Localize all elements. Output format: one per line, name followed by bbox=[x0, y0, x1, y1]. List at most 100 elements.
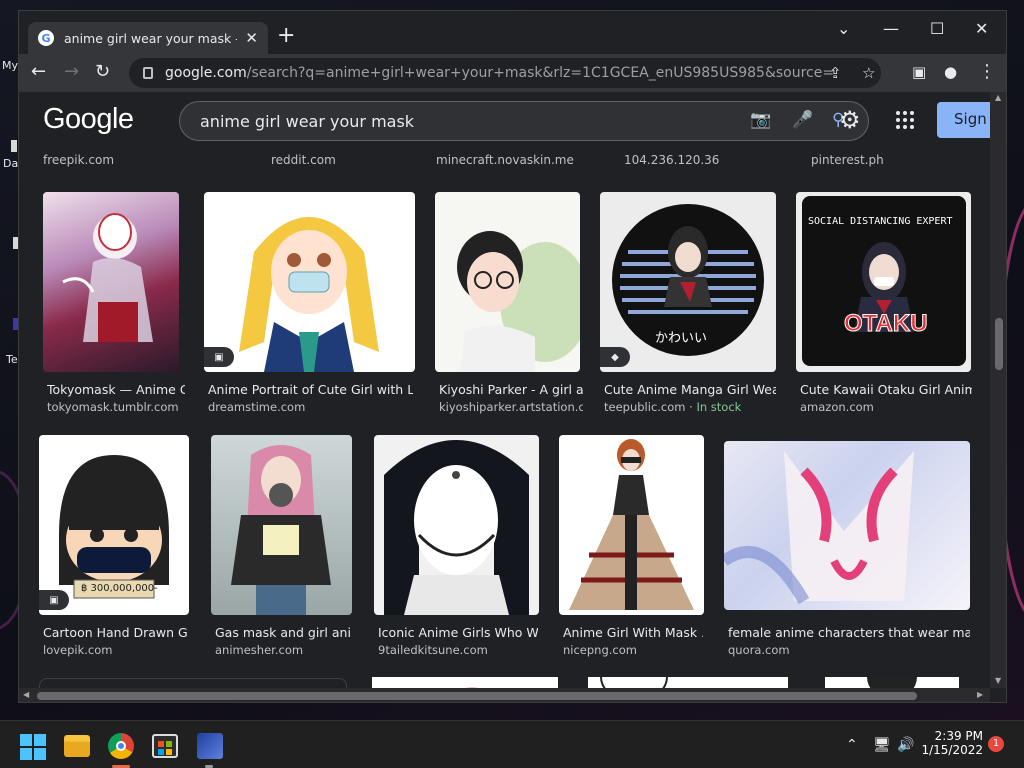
result-caption[interactable]: Kiyoshi Parker - A girl a… bbox=[439, 382, 583, 397]
result-source[interactable]: tokyomask.tumblr.com bbox=[47, 400, 185, 414]
reload-button[interactable]: ↻ bbox=[95, 62, 110, 82]
image-result[interactable]: ฿ 300,000,000- ▣ Cartoon Hand Drawn Gir…… bbox=[39, 435, 191, 660]
url-text[interactable]: google.com/search?q=anime+girl+wear+your… bbox=[165, 65, 835, 81]
close-window-button[interactable]: ✕ bbox=[975, 19, 988, 38]
result-thumbnail[interactable] bbox=[435, 192, 580, 372]
result-thumbnail[interactable]: かわいい bbox=[600, 192, 776, 372]
maximize-button[interactable]: ☐ bbox=[930, 19, 944, 38]
result-thumbnail[interactable] bbox=[43, 192, 179, 372]
scrollbar-thumb[interactable] bbox=[995, 318, 1003, 370]
notification-badge[interactable]: 1 bbox=[988, 736, 1004, 752]
desktop-icon[interactable] bbox=[11, 140, 17, 152]
result-thumbnail[interactable]: SOCIAL DISTANCING EXPERT OTAKU bbox=[796, 192, 971, 372]
image-badge-icon: ▣ bbox=[39, 590, 69, 610]
image-result[interactable]: Kiyoshi Parker - A girl a… kiyoshiparker… bbox=[435, 192, 583, 417]
microphone-icon[interactable]: 🎤 bbox=[792, 110, 813, 130]
side-panel-icon[interactable]: ▣ bbox=[912, 62, 926, 82]
result-caption[interactable]: Anime Portrait of Cute Girl with Lo… bbox=[208, 382, 413, 397]
search-input[interactable]: anime girl wear your mask 📷 🎤 ⚲ bbox=[179, 101, 869, 141]
address-bar[interactable]: google.com/search?q=anime+girl+wear+your… bbox=[129, 58, 881, 88]
browser-tab[interactable]: G anime girl wear your mask - Goo ✕ bbox=[28, 22, 268, 54]
bookmark-star-icon[interactable]: ☆ bbox=[862, 64, 875, 82]
result-thumbnail[interactable] bbox=[211, 435, 352, 615]
image-result[interactable]: かわいい ◆ Cute Anime Manga Girl Wear… teepu… bbox=[600, 192, 777, 417]
network-icon[interactable]: 🖥 bbox=[873, 737, 891, 753]
result-thumbnail[interactable] bbox=[559, 435, 704, 615]
result-source[interactable]: dreamstime.com bbox=[208, 400, 413, 414]
result-caption[interactable]: Iconic Anime Girls Who We… bbox=[378, 625, 538, 640]
result-source[interactable]: 9tailedkitsune.com bbox=[378, 643, 538, 657]
related-searches-panel[interactable] bbox=[39, 678, 347, 688]
google-apps-icon[interactable] bbox=[896, 111, 914, 129]
desktop-icon-label[interactable]: Te bbox=[6, 353, 18, 366]
image-result[interactable]: SOCIAL DISTANCING EXPERT OTAKU Cute Kawa… bbox=[796, 192, 972, 417]
result-thumbnail[interactable] bbox=[724, 441, 970, 610]
image-result[interactable] bbox=[588, 677, 788, 688]
result-thumbnail[interactable] bbox=[204, 192, 415, 372]
show-hidden-icons-chevron-icon[interactable]: ⌃ bbox=[846, 737, 858, 753]
close-tab-icon[interactable]: ✕ bbox=[245, 29, 258, 47]
result-source[interactable]: reddit.com bbox=[271, 153, 336, 167]
scroll-up-icon[interactable]: ▲ bbox=[995, 93, 1001, 102]
lock-icon[interactable] bbox=[143, 67, 153, 79]
image-result[interactable]: Iconic Anime Girls Who We… 9tailedkitsun… bbox=[374, 435, 540, 660]
file-explorer-icon[interactable] bbox=[64, 735, 90, 757]
desktop-icon-label[interactable]: My bbox=[2, 59, 18, 72]
forward-button[interactable]: → bbox=[64, 62, 79, 82]
start-menu-icon[interactable] bbox=[20, 734, 46, 760]
vertical-scrollbar[interactable]: ▲ ▼ bbox=[990, 92, 1006, 688]
minimize-button[interactable]: — bbox=[883, 19, 899, 38]
new-tab-button[interactable]: + bbox=[277, 25, 295, 47]
back-button[interactable]: ← bbox=[31, 62, 46, 82]
volume-icon[interactable]: 🔊 bbox=[897, 737, 914, 753]
search-query[interactable]: anime girl wear your mask bbox=[200, 112, 414, 131]
result-caption[interactable]: Cute Anime Manga Girl Wear… bbox=[604, 382, 776, 397]
horizontal-scrollbar[interactable]: ◀ ▶ bbox=[19, 688, 990, 702]
result-caption[interactable]: Tokyomask — Anime Gi… bbox=[47, 382, 185, 397]
result-source[interactable]: teepublic.com · In stock bbox=[604, 400, 776, 414]
result-source[interactable]: lovepik.com bbox=[43, 643, 188, 657]
clock[interactable]: 2:39 PM 1/15/2022 bbox=[921, 729, 983, 757]
result-caption[interactable]: Gas mask and girl ani… bbox=[215, 625, 350, 640]
tab-strip: G anime girl wear your mask - Goo ✕ + ⌄ … bbox=[19, 11, 1006, 54]
result-source[interactable]: freepik.com bbox=[43, 153, 114, 167]
result-caption[interactable]: female anime characters that wear mask… bbox=[728, 625, 970, 640]
result-caption[interactable]: Cartoon Hand Drawn Gir… bbox=[43, 625, 188, 640]
scroll-right-icon[interactable]: ▶ bbox=[977, 690, 983, 699]
result-thumbnail[interactable] bbox=[374, 435, 539, 615]
sign-in-button[interactable]: Sign i bbox=[937, 102, 990, 138]
result-source[interactable]: minecraft.novaskin.me bbox=[436, 153, 574, 167]
clock-time: 2:39 PM bbox=[934, 729, 983, 743]
scroll-left-icon[interactable]: ◀ bbox=[23, 690, 29, 699]
result-source[interactable]: kiyoshiparker.artstation.c… bbox=[439, 400, 583, 414]
microsoft-store-icon[interactable] bbox=[152, 734, 178, 758]
tab-search-chevron-icon[interactable]: ⌄ bbox=[837, 19, 850, 38]
image-result[interactable] bbox=[372, 677, 558, 688]
chrome-icon[interactable] bbox=[108, 733, 134, 759]
google-logo[interactable]: Google bbox=[43, 103, 134, 136]
desktop-icon-label[interactable]: Da bbox=[3, 157, 18, 170]
app-icon[interactable] bbox=[197, 733, 223, 759]
settings-gear-icon[interactable]: ⚙ bbox=[839, 106, 861, 134]
result-source[interactable]: animesher.com bbox=[215, 643, 350, 657]
result-caption[interactable]: Anime Girl With Mask … bbox=[563, 625, 703, 640]
camera-icon[interactable]: 📷 bbox=[750, 110, 771, 130]
result-thumbnail[interactable]: ฿ 300,000,000- bbox=[39, 435, 189, 615]
result-caption[interactable]: Cute Kawaii Otaku Girl Anim… bbox=[800, 382, 972, 397]
scrollbar-thumb[interactable] bbox=[37, 692, 917, 700]
result-source[interactable]: quora.com bbox=[728, 643, 970, 657]
result-source[interactable]: 104.236.120.36 bbox=[624, 153, 719, 167]
image-result[interactable]: Anime Girl With Mask … nicepng.com bbox=[559, 435, 705, 660]
result-source[interactable]: amazon.com bbox=[800, 400, 972, 414]
menu-icon[interactable]: ⋮ bbox=[978, 62, 996, 82]
result-source[interactable]: nicepng.com bbox=[563, 643, 703, 657]
image-result[interactable] bbox=[825, 677, 959, 688]
image-result[interactable]: ▣ Anime Portrait of Cute Girl with Lo… d… bbox=[204, 192, 416, 417]
image-result[interactable]: Gas mask and girl ani… animesher.com bbox=[211, 435, 353, 660]
scroll-down-icon[interactable]: ▼ bbox=[995, 676, 1001, 685]
image-result[interactable]: Tokyomask — Anime Gi… tokyomask.tumblr.c… bbox=[43, 192, 185, 417]
image-result[interactable]: female anime characters that wear mask… … bbox=[724, 441, 972, 660]
result-source[interactable]: pinterest.ph bbox=[811, 153, 884, 167]
profile-icon[interactable]: ● bbox=[944, 62, 957, 82]
share-icon[interactable]: ⇪ bbox=[829, 64, 842, 82]
